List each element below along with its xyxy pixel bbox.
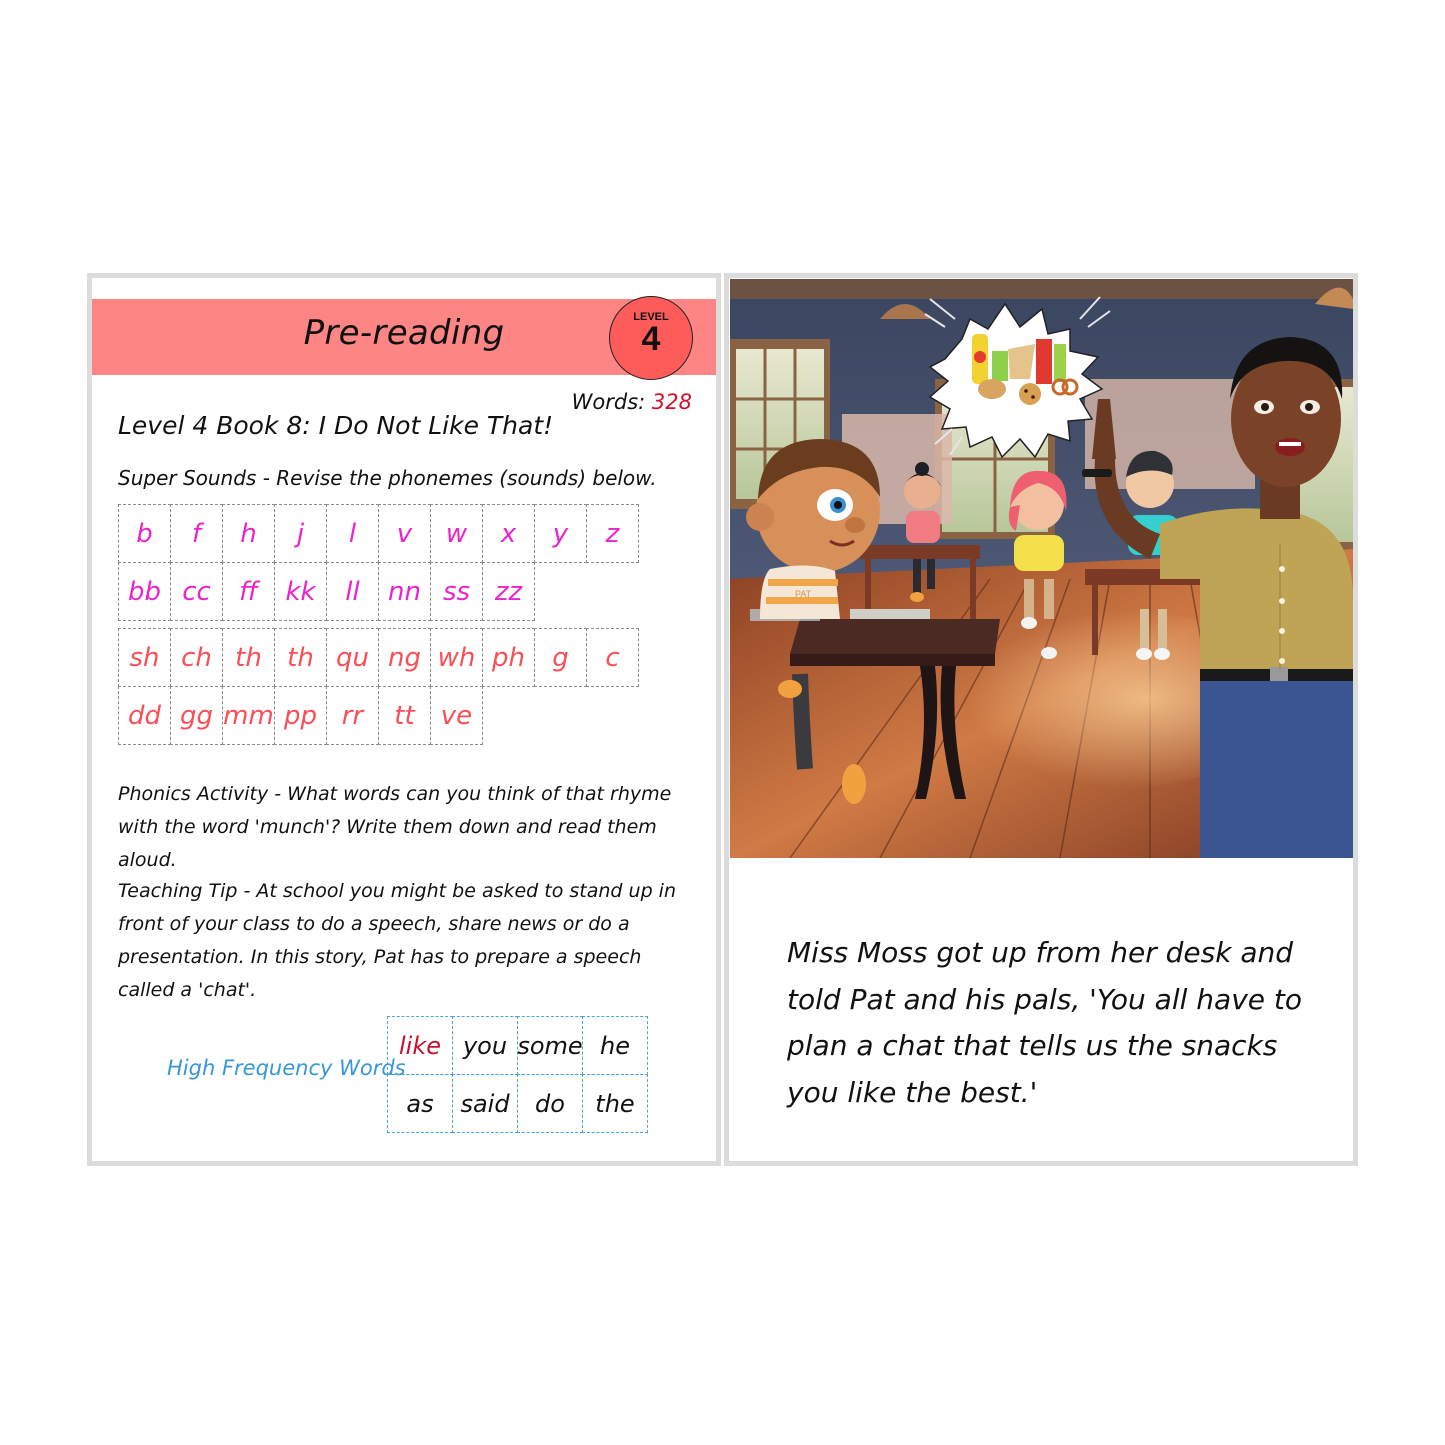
phoneme-cell: cc	[170, 562, 223, 621]
phoneme-cell: wh	[430, 628, 483, 687]
phonics-activity: Phonics Activity - What words can you th…	[118, 783, 672, 871]
phoneme-cell: c	[586, 628, 639, 687]
phoneme-cell: z	[586, 504, 639, 563]
ceiling-trim	[730, 279, 1353, 299]
phoneme-cell: ll	[326, 562, 379, 621]
candy-bar-icon	[1036, 339, 1052, 384]
phoneme-cell: pp	[274, 686, 327, 745]
hfw-cell: he	[582, 1016, 648, 1075]
phoneme-cell: y	[534, 504, 587, 563]
phoneme-cell: th	[274, 628, 327, 687]
phoneme-cell: l	[326, 504, 379, 563]
word-count-label: Words:	[571, 390, 646, 414]
phoneme-cell: nn	[378, 562, 431, 621]
notebook	[850, 609, 930, 619]
hfw-cell: some	[517, 1016, 583, 1075]
phoneme-cell: tt	[378, 686, 431, 745]
phoneme-cell: qu	[326, 628, 379, 687]
phoneme-cell: h	[222, 504, 275, 563]
muffin-icon	[978, 379, 1006, 399]
phoneme-cell: ng	[378, 628, 431, 687]
teaching-tip: Teaching Tip - At school you might be as…	[118, 880, 676, 1001]
shirt-label: PAT	[795, 589, 812, 599]
phoneme-cell: sh	[118, 628, 171, 687]
phoneme-cell: th	[222, 628, 275, 687]
snack-bar-icon	[1054, 344, 1066, 382]
phoneme-cell: bb	[118, 562, 171, 621]
phoneme-cell: j	[274, 504, 327, 563]
phoneme-grid-single-letters: b f h j l v w x y z bb cc ff kk ll nn ss…	[118, 504, 639, 621]
story-text: Miss Moss got up from her desk and told …	[787, 936, 1303, 1109]
phoneme-cell: gg	[170, 686, 223, 745]
jeans	[1200, 681, 1353, 858]
phoneme-cell: ph	[482, 628, 535, 687]
super-sounds-instruction: Super Sounds - Revise the phonemes (soun…	[118, 466, 657, 490]
phoneme-cell: g	[534, 628, 587, 687]
phoneme-cell: ve	[430, 686, 483, 745]
phoneme-cell: w	[430, 504, 483, 563]
classroom-illustration: PAT	[730, 279, 1353, 858]
hfw-cell: you	[452, 1016, 518, 1075]
book-title: Level 4 Book 8: I Do Not Like That!	[118, 411, 554, 440]
word-count: Words: 328	[572, 390, 692, 414]
phoneme-cell: kk	[274, 562, 327, 621]
phoneme-cell: mm	[222, 686, 275, 745]
high-frequency-words-label: High Frequency Words	[167, 1056, 406, 1080]
hfw-cell: as	[387, 1074, 453, 1133]
hfw-cell-highlighted: like	[387, 1016, 453, 1075]
high-frequency-words-grid: like you some he as said do the	[387, 1016, 648, 1133]
phoneme-cell: zz	[482, 562, 535, 621]
chips-bag-icon	[992, 351, 1008, 381]
belt-buckle	[1270, 667, 1288, 683]
phoneme-cell: rr	[326, 686, 379, 745]
level-badge-number: 4	[641, 320, 661, 358]
phoneme-cell: x	[482, 504, 535, 563]
phoneme-cell: b	[118, 504, 171, 563]
phoneme-cell: ss	[430, 562, 483, 621]
cookie-icon	[1019, 383, 1041, 405]
word-count-value: 328	[651, 390, 692, 414]
wristwatch	[1082, 469, 1112, 477]
classroom-scene: PAT	[730, 279, 1353, 858]
hfw-cell: said	[452, 1074, 518, 1133]
phoneme-cell: v	[378, 504, 431, 563]
level-badge: LEVEL 4	[609, 296, 693, 380]
hfw-cell: do	[517, 1074, 583, 1133]
phoneme-cell: f	[170, 504, 223, 563]
phoneme-cell: ch	[170, 628, 223, 687]
pre-reading-page: Pre-reading LEVEL 4 Words: 328 Level 4 B…	[87, 273, 721, 1166]
hfw-cell: the	[582, 1074, 648, 1133]
story-page: PAT Miss Moss got up from her desk and t…	[724, 273, 1358, 1166]
phoneme-grid-digraphs: sh ch th th qu ng wh ph g c dd gg mm pp …	[118, 628, 639, 745]
phoneme-cell: dd	[118, 686, 171, 745]
phoneme-cell: ff	[222, 562, 275, 621]
